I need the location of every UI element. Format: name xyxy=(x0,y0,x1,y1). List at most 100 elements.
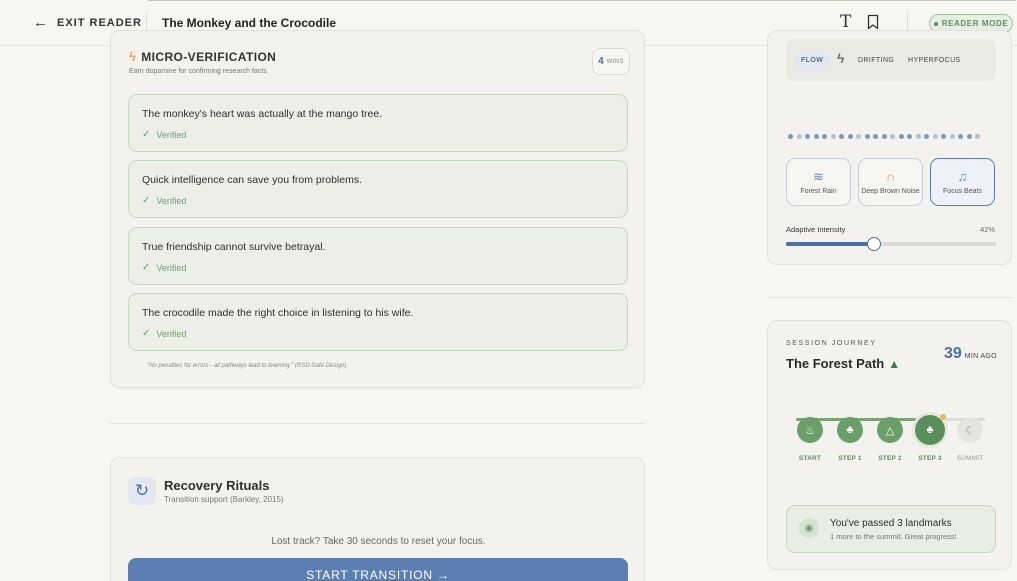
step-2[interactable]: △ xyxy=(877,417,903,443)
soundscape-label: Deep Brown Noise xyxy=(861,187,920,195)
campfire-icon: ♨ xyxy=(805,424,815,437)
header-top-rule xyxy=(148,0,1016,1)
recovery-title: Recovery Rituals xyxy=(164,478,270,493)
soundscape-label: Forest Rain xyxy=(800,187,837,195)
fact-card[interactable]: Quick intelligence can save you from pro… xyxy=(128,160,628,218)
intensity-slider[interactable] xyxy=(786,237,996,251)
font-size-button[interactable]: T xyxy=(840,12,851,32)
journey-title-text: The Forest Path xyxy=(786,356,885,371)
step-1[interactable]: ♣ xyxy=(837,417,863,443)
visualizer-dot xyxy=(941,134,946,139)
focus-mode-selector: FLOW ϟ DRIFTING HYPERFOCUS xyxy=(786,39,996,81)
refresh-icon: ↻ xyxy=(128,477,156,505)
intensity-label: Adaptive Intensity xyxy=(786,225,846,234)
visualizer-dot xyxy=(873,134,878,139)
visualizer-dot xyxy=(856,134,861,139)
session-journey-card: SESSION JOURNEY The Forest Path ▲ 39 MIN… xyxy=(767,320,1012,570)
fact-text: Quick intelligence can save you from pro… xyxy=(142,174,363,186)
focus-sound-panel: FLOW ϟ DRIFTING HYPERFOCUS ≋ Forest Rain xyxy=(767,30,1012,265)
current-position-marker xyxy=(940,414,946,420)
intensity-slider-fill xyxy=(786,242,875,246)
visualizer-dot xyxy=(949,134,955,139)
verified-status: ✓ Verified xyxy=(142,129,186,140)
map-pin-icon: ◉ xyxy=(799,518,819,538)
verified-status: ✓ Verified xyxy=(142,195,186,206)
verified-label: Verified xyxy=(156,129,187,140)
visualizer-dot xyxy=(822,134,827,139)
section-divider xyxy=(110,423,645,424)
fact-card[interactable]: The monkey's heart was actually at the m… xyxy=(128,94,628,152)
micro-verification-subtitle: Earn dopamine for confirming research fa… xyxy=(129,68,267,75)
visualizer-dot xyxy=(907,134,912,139)
status-dot-icon xyxy=(933,21,938,26)
step-label: STEP 2 xyxy=(878,455,902,462)
soundscape-brown-noise[interactable]: ∩ Deep Brown Noise xyxy=(858,158,923,206)
visualizer-dot xyxy=(830,134,836,139)
verified-status: ✓ Verified xyxy=(142,262,186,273)
visualizer-dot xyxy=(890,134,895,139)
fact-text: The crocodile made the right choice in l… xyxy=(142,307,414,319)
visualizer-dot xyxy=(805,134,810,139)
right-divider xyxy=(767,297,1012,298)
soundscape-focus-beats[interactable]: ♫ Focus Beats xyxy=(930,158,995,206)
fact-card[interactable]: The crocodile made the right choice in l… xyxy=(128,293,628,351)
soundscape-forest-rain[interactable]: ≋ Forest Rain xyxy=(786,158,851,206)
landmark-title: You've passed 3 landmarks xyxy=(830,518,952,529)
visualizer-dot xyxy=(975,134,980,139)
audio-visualizer xyxy=(788,134,980,139)
visualizer-dot xyxy=(788,134,793,139)
arrow-left-icon: ← xyxy=(33,14,49,31)
step-label: SUMMIT xyxy=(956,455,984,462)
visualizer-dot xyxy=(932,134,938,139)
intensity-slider-thumb[interactable] xyxy=(867,237,882,251)
step-start[interactable]: ♨ xyxy=(797,417,823,443)
minutes-ago: 39 MIN AGO xyxy=(944,345,997,363)
visualizer-dot xyxy=(847,134,853,139)
wind-icon: ≋ xyxy=(813,168,824,184)
step-label: START xyxy=(798,455,822,462)
micro-verification-footnote: "No penalties for errors - all pathways … xyxy=(147,363,347,369)
moon-icon: ☾ xyxy=(965,424,975,437)
check-icon: ✓ xyxy=(142,328,151,339)
micro-verification-card: ϟ MICRO-VERIFICATION Earn dopamine for c… xyxy=(110,30,645,388)
exit-reader-label: EXIT READER xyxy=(57,16,142,29)
soundscape-label: Focus Beats xyxy=(943,187,982,195)
visualizer-dot xyxy=(796,134,802,139)
mode-drifting-button[interactable]: DRIFTING xyxy=(858,57,894,64)
check-icon: ✓ xyxy=(142,262,151,273)
fact-text: True friendship cannot survive betrayal. xyxy=(142,241,326,253)
verified-label: Verified xyxy=(156,262,187,273)
tree-icon: ♣ xyxy=(846,424,854,436)
journey-title: The Forest Path ▲ xyxy=(786,356,900,371)
visualizer-dot xyxy=(881,134,887,139)
check-icon: ✓ xyxy=(142,195,151,206)
session-journey-label: SESSION JOURNEY xyxy=(786,340,877,347)
step-label: STEP 1 xyxy=(838,455,862,462)
minutes-unit: MIN AGO xyxy=(964,353,997,360)
start-transition-button[interactable]: START TRANSITION → xyxy=(128,558,628,581)
music-note-icon: ♫ xyxy=(957,168,968,184)
wins-label: WINS xyxy=(606,58,624,65)
mode-hyperfocus-button[interactable]: HYPERFOCUS xyxy=(908,57,961,64)
lightning-icon: ϟ xyxy=(837,50,845,66)
recovery-rituals-card: ↻ Recovery Rituals Transition support (B… xyxy=(110,457,645,581)
visualizer-dot xyxy=(958,134,963,139)
fact-text: The monkey's heart was actually at the m… xyxy=(142,108,383,120)
minutes-value: 39 xyxy=(944,345,962,362)
fact-card[interactable]: True friendship cannot survive betrayal.… xyxy=(128,227,628,285)
lightning-icon: ϟ xyxy=(129,49,137,64)
tree-icon: ♣ xyxy=(926,424,934,436)
check-icon: ✓ xyxy=(142,129,151,140)
micro-verification-title-text: MICRO-VERIFICATION xyxy=(141,49,277,64)
step-summit[interactable]: ☾ xyxy=(957,417,983,443)
verified-status: ✓ Verified xyxy=(142,328,186,339)
mode-flow-button[interactable]: FLOW xyxy=(795,52,830,69)
tree-icon: ▲ xyxy=(888,356,901,371)
micro-verification-title: ϟ MICRO-VERIFICATION xyxy=(129,49,276,64)
intensity-value: 42% xyxy=(980,225,996,234)
visualizer-dot xyxy=(813,134,819,139)
bookmark-icon[interactable] xyxy=(867,14,879,30)
visualizer-dot xyxy=(839,134,844,139)
exit-reader-button[interactable]: ← EXIT READER xyxy=(33,15,142,30)
wins-badge: 4 WINS xyxy=(592,48,630,75)
